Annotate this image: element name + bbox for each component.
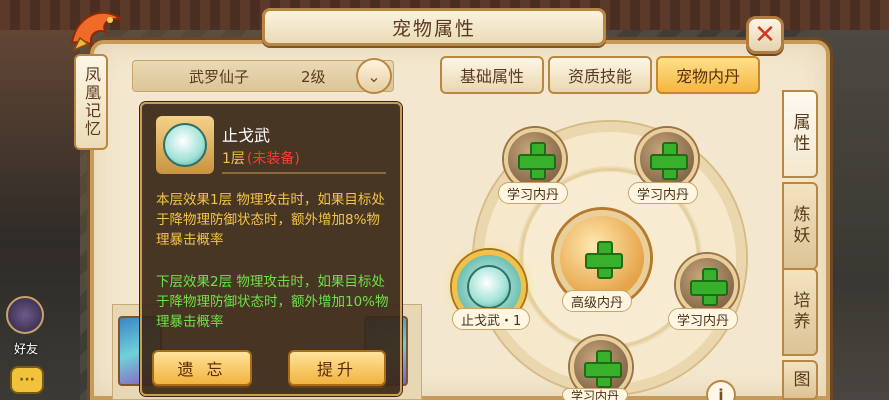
background-building-left [0, 0, 80, 400]
pet-name: 武罗仙子 [189, 67, 250, 86]
plus-icon [585, 241, 623, 279]
phoenix-memory-tab[interactable]: 凤凰记忆 [74, 54, 108, 150]
dan-slot-top-left[interactable] [504, 128, 566, 190]
phoenix-logo-icon [62, 0, 132, 54]
plus-icon [650, 142, 688, 180]
friends-label: 好友 [14, 342, 39, 356]
side-tab-refine[interactable]: 炼妖 [782, 182, 818, 270]
tab-pet-inner-dan[interactable]: 宠物内丹 [656, 56, 760, 94]
window-title-bar: 宠物属性 [262, 8, 606, 46]
tab-basic-attributes[interactable]: 基础属性 [440, 56, 544, 94]
dan-slot-label: 学习内丹 [498, 182, 569, 204]
forget-button[interactable]: 遗 忘 [152, 350, 252, 386]
friends-avatar-icon[interactable] [6, 296, 44, 334]
close-button[interactable]: ✕ [746, 16, 784, 54]
dan-slot-label: 学习内丹 [628, 182, 699, 204]
dan-slot-right[interactable] [676, 254, 738, 316]
side-tab-cultivate[interactable]: 培养 [782, 268, 818, 356]
dan-slot-advanced-label: 高级内丹 [562, 290, 633, 312]
dan-slot-label: 学习内丹 [562, 388, 629, 400]
tooltip-current-effect: 本层效果1层 物理攻击时，如果目标处于降物理防御状态时，额外增加8%物理暴击概率 [156, 192, 385, 248]
tooltip-status: (未装备) [246, 151, 300, 167]
chevron-down-icon[interactable]: ⌄ [356, 58, 392, 94]
chat-icon[interactable]: ··· [10, 366, 44, 394]
pet-selector[interactable]: 武罗仙子 2级 [132, 60, 394, 92]
pet-level: 2级 [301, 67, 326, 86]
plus-icon [584, 350, 622, 388]
tab-aptitude-skills[interactable]: 资质技能 [548, 56, 652, 94]
equipped-dan-label: 止戈武・1 [452, 308, 531, 330]
tooltip-skill-name: 止戈武 [222, 126, 271, 145]
tooltip-next-effect: 下层效果2层 物理攻击时，如果目标处于降物理防御状态时，额外增加10%物理暴击概… [156, 274, 389, 330]
dan-orb-icon [467, 265, 511, 309]
tooltip-dan-icon-frame [156, 116, 214, 174]
side-tab-attributes[interactable]: 属性 [782, 90, 818, 178]
tooltip-level: 1层 [222, 151, 245, 167]
tooltip-divider [222, 172, 386, 174]
tooltip-level-line: 1层 (未装备) [222, 148, 300, 168]
side-tab-illustration[interactable]: 图 [782, 360, 818, 400]
upgrade-button[interactable]: 提升 [288, 350, 386, 386]
dan-slot-top-right[interactable] [636, 128, 698, 190]
plus-icon [690, 268, 728, 306]
plus-icon [518, 142, 556, 180]
dan-orb-icon [163, 123, 207, 167]
page-title: 宠物属性 [391, 17, 476, 40]
dan-slot-label: 学习内丹 [668, 308, 739, 330]
